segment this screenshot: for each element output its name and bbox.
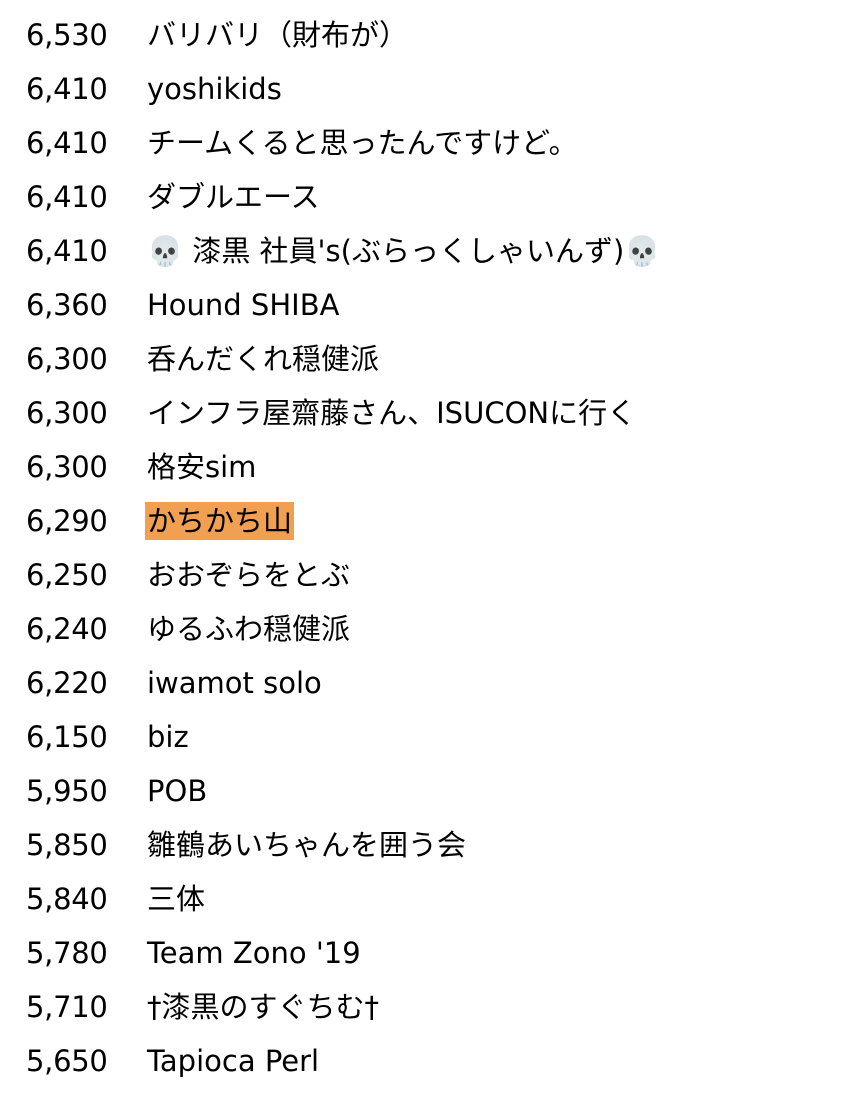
score-value: 6,410 — [26, 234, 108, 268]
score-value: 6,250 — [26, 558, 108, 592]
leaderboard-row-highlighted: 6,290 かちかち山 — [0, 494, 856, 548]
score-value: 5,850 — [26, 828, 108, 862]
score-value: 6,300 — [26, 450, 108, 484]
leaderboard-row: 6,240 ゆるふわ穏健派 — [0, 602, 856, 656]
team-name: Hound SHIBA — [147, 288, 340, 322]
team-name-cell: おおぞらをとぶ — [147, 548, 350, 602]
leaderboard-row: 5,650 Tapioca Perl — [0, 1034, 856, 1088]
leaderboard-row: 5,850 雛鶴あいちゃんを囲う会 — [0, 818, 856, 872]
score-value: 6,410 — [26, 126, 108, 160]
team-name: biz — [147, 720, 189, 754]
leaderboard-row: 6,300 格安sim — [0, 440, 856, 494]
leaderboard-row: 5,950 POB — [0, 764, 856, 818]
team-name-cell: 💀 漆黒 社員's(ぶらっくしゃいんず)💀 — [147, 224, 660, 278]
team-name-cell: チームくると思ったんですけど。 — [147, 116, 578, 170]
team-name: iwamot solo — [147, 666, 322, 700]
team-name-cell: インフラ屋齋藤さん、ISUCONに行く — [147, 386, 636, 440]
leaderboard-row: 6,220 iwamot solo — [0, 656, 856, 710]
team-name: ゆるふわ穏健派 — [147, 612, 351, 646]
team-name-cell: biz — [147, 710, 189, 764]
team-name: 呑んだくれ穏健派 — [147, 342, 380, 376]
leaderboard-row: 5,710 †漆黒のすぐちむ† — [0, 980, 856, 1034]
team-name: チームくると思ったんですけど。 — [147, 126, 578, 160]
team-name-cell: POB — [147, 764, 207, 818]
team-name-cell: 雛鶴あいちゃんを囲う会 — [147, 818, 466, 872]
team-name: ダブルエース — [147, 180, 320, 214]
score-value: 6,410 — [26, 72, 108, 106]
team-name: yoshikids — [147, 72, 282, 106]
score-value: 5,840 — [26, 882, 108, 916]
team-name: †漆黒のすぐちむ† — [147, 990, 380, 1024]
leaderboard: 6,530 バリバリ（財布が） 6,410 yoshikids 6,410 チー… — [0, 8, 856, 1088]
team-name-cell: Hound SHIBA — [147, 278, 339, 332]
team-name: Team Zono '19 — [147, 936, 361, 970]
leaderboard-row: 5,780 Team Zono '19 — [0, 926, 856, 980]
team-name: バリバリ（財布が） — [147, 18, 409, 52]
leaderboard-row: 6,300 呑んだくれ穏健派 — [0, 332, 856, 386]
leaderboard-row: 6,150 biz — [0, 710, 856, 764]
leaderboard-row: 6,410 ダブルエース — [0, 170, 856, 224]
score-value: 5,780 — [26, 936, 108, 970]
team-name: 三体 — [147, 882, 206, 916]
score-value: 6,300 — [26, 342, 108, 376]
team-name-cell: かちかち山 — [145, 494, 295, 548]
team-name-cell: ダブルエース — [147, 170, 320, 224]
score-value: 6,300 — [26, 396, 108, 430]
score-value: 6,220 — [26, 666, 108, 700]
leaderboard-row: 6,410 yoshikids — [0, 62, 856, 116]
score-value: 6,530 — [26, 18, 108, 52]
team-name: 雛鶴あいちゃんを囲う会 — [147, 828, 467, 862]
leaderboard-row: 5,840 三体 — [0, 872, 856, 926]
score-value: 6,240 — [26, 612, 108, 646]
score-value: 6,410 — [26, 180, 108, 214]
team-name: 格安sim — [147, 450, 257, 484]
team-name-cell: 格安sim — [147, 440, 256, 494]
leaderboard-row: 6,410 💀 漆黒 社員's(ぶらっくしゃいんず)💀 — [0, 224, 856, 278]
score-value: 5,710 — [26, 990, 108, 1024]
leaderboard-row: 6,250 おおぞらをとぶ — [0, 548, 856, 602]
team-name-cell: 三体 — [147, 872, 205, 926]
team-name-cell: 呑んだくれ穏健派 — [147, 332, 379, 386]
score-value: 6,290 — [26, 504, 108, 538]
team-name-highlighted: かちかち山 — [145, 502, 295, 540]
team-name: Tapioca Perl — [147, 1044, 320, 1078]
leaderboard-row: 6,300 インフラ屋齋藤さん、ISUCONに行く — [0, 386, 856, 440]
team-name-cell: iwamot solo — [147, 656, 322, 710]
score-value: 6,360 — [26, 288, 108, 322]
leaderboard-row: 6,530 バリバリ（財布が） — [0, 8, 856, 62]
team-name: POB — [147, 774, 208, 808]
team-name: インフラ屋齋藤さん、ISUCONに行く — [147, 396, 637, 430]
leaderboard-row: 6,410 チームくると思ったんですけど。 — [0, 116, 856, 170]
team-name-cell: ゆるふわ穏健派 — [147, 602, 350, 656]
team-name: 💀 漆黒 社員's(ぶらっくしゃいんず)💀 — [147, 234, 661, 268]
team-name-cell: Team Zono '19 — [147, 926, 361, 980]
leaderboard-row: 6,360 Hound SHIBA — [0, 278, 856, 332]
team-name: おおぞらをとぶ — [147, 558, 351, 592]
team-name-cell: †漆黒のすぐちむ† — [147, 980, 379, 1034]
team-name-cell: バリバリ（財布が） — [147, 8, 408, 62]
score-value: 6,150 — [26, 720, 108, 754]
score-value: 5,650 — [26, 1044, 108, 1078]
team-name-cell: Tapioca Perl — [147, 1034, 319, 1088]
score-value: 5,950 — [26, 774, 108, 808]
team-name-cell: yoshikids — [147, 62, 282, 116]
